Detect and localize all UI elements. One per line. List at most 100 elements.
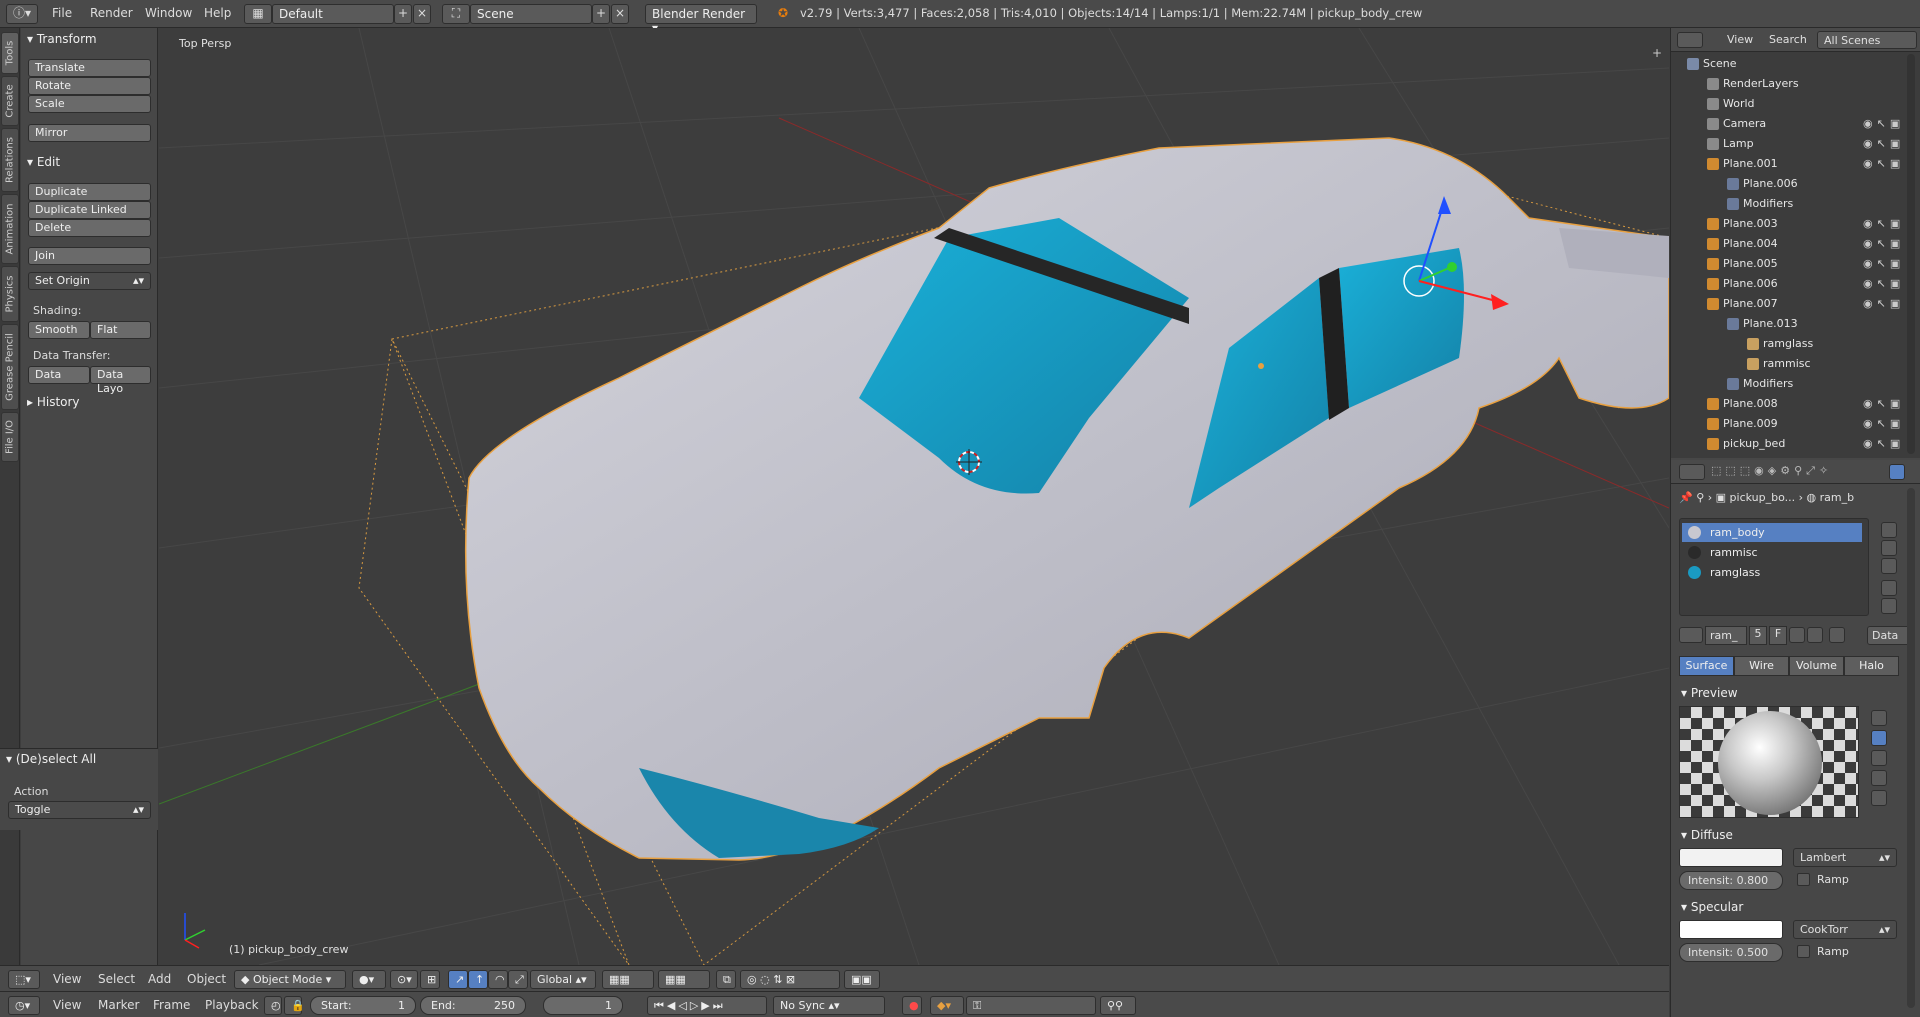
menu-frame[interactable]: Frame bbox=[153, 998, 190, 1012]
menu-add[interactable]: Add bbox=[148, 972, 171, 986]
material-slot-list[interactable]: ram_body rammisc ramglass bbox=[1679, 518, 1869, 616]
menu-timeline-view[interactable]: View bbox=[53, 998, 81, 1012]
snap-icon[interactable]: ⊞ bbox=[420, 970, 440, 989]
add-scene-icon[interactable]: + bbox=[592, 4, 610, 24]
visibility-icons[interactable]: ◉↖▣ bbox=[1863, 257, 1904, 270]
outliner-row[interactable]: Plane.005 ◉↖▣ bbox=[1671, 254, 1920, 274]
outliner-row[interactable]: Plane.009 ◉↖▣ bbox=[1671, 414, 1920, 434]
visibility-icons[interactable]: ◉↖▣ bbox=[1863, 397, 1904, 410]
viewport-canvas[interactable] bbox=[159, 28, 1669, 965]
tab-grease-pencil[interactable]: Grease Pencil bbox=[1, 324, 19, 410]
visibility-icons[interactable]: ◉↖▣ bbox=[1863, 117, 1904, 130]
outliner-menu-search[interactable]: Search bbox=[1769, 33, 1807, 46]
tab-wire[interactable]: Wire bbox=[1734, 656, 1789, 676]
tab-animation[interactable]: Animation bbox=[1, 194, 19, 264]
tab-halo[interactable]: Halo bbox=[1844, 656, 1899, 676]
preview-cube-icon[interactable] bbox=[1871, 750, 1887, 766]
tab-volume[interactable]: Volume bbox=[1789, 656, 1844, 676]
data-layout-button[interactable]: Data Layo bbox=[90, 366, 151, 395]
menu-file[interactable]: File bbox=[52, 6, 72, 20]
node-material-icon[interactable] bbox=[1829, 627, 1845, 643]
material-users-count[interactable]: 5 bbox=[1749, 626, 1767, 645]
editor-type-timeline-button[interactable]: ◷▾ bbox=[8, 996, 40, 1015]
tab-create[interactable]: Create bbox=[1, 76, 19, 126]
outliner-row[interactable]: Scene bbox=[1671, 54, 1920, 74]
material-slot[interactable]: ramglass bbox=[1682, 563, 1862, 582]
shading-select[interactable]: ●▾ bbox=[352, 970, 386, 989]
editor-type-button[interactable]: ⓘ▾ bbox=[6, 4, 38, 24]
layers-grid-1[interactable]: ▦▦ bbox=[602, 970, 654, 989]
move-down-icon[interactable] bbox=[1881, 598, 1897, 614]
specular-shader-select[interactable]: CookTorr ▴▾ bbox=[1793, 920, 1897, 939]
record-icon[interactable]: ● bbox=[902, 996, 922, 1015]
outliner-row[interactable]: rammisc bbox=[1671, 354, 1920, 374]
outliner-row[interactable]: Plane.003 ◉↖▣ bbox=[1671, 214, 1920, 234]
outliner-row[interactable]: pickup_bed ◉↖▣ bbox=[1671, 434, 1920, 454]
editor-type-3d-button[interactable]: ⬚▾ bbox=[8, 970, 40, 989]
preview-sphere-icon[interactable] bbox=[1871, 730, 1887, 746]
mode-select[interactable]: ◆ Object Mode ▾ bbox=[234, 970, 346, 989]
material-slot[interactable]: ram_body bbox=[1682, 523, 1862, 542]
outliner-row[interactable]: Modifiers bbox=[1671, 374, 1920, 394]
scene-field[interactable]: Scene bbox=[470, 4, 592, 24]
start-frame-field[interactable]: Start: 1 bbox=[310, 996, 416, 1015]
keying-icon[interactable]: ◆▾ bbox=[930, 996, 964, 1015]
translate-manip-icon[interactable]: ↑ bbox=[468, 970, 488, 989]
preview-hair-icon[interactable] bbox=[1871, 790, 1887, 806]
outliner-scrollbar[interactable] bbox=[1907, 54, 1915, 454]
menu-select[interactable]: Select bbox=[98, 972, 135, 986]
material-tab-icon[interactable] bbox=[1889, 464, 1905, 480]
scale-manip-icon[interactable]: ⤢ bbox=[508, 970, 528, 989]
rotate-manip-icon[interactable]: ◠ bbox=[488, 970, 508, 989]
operator-panel-header[interactable]: ▾ (De)select All bbox=[6, 752, 96, 766]
orientation-select[interactable]: Global ▴▾ bbox=[530, 970, 596, 989]
outliner-row[interactable]: Modifiers bbox=[1671, 194, 1920, 214]
diffuse-color-swatch[interactable] bbox=[1679, 848, 1783, 867]
remove-layout-icon[interactable]: × bbox=[413, 4, 431, 24]
scene-icon[interactable]: ⛶ bbox=[442, 4, 470, 24]
outliner-menu-view[interactable]: View bbox=[1727, 33, 1753, 46]
tab-relations[interactable]: Relations bbox=[1, 128, 19, 192]
menu-view[interactable]: View bbox=[53, 972, 81, 986]
mirror-button[interactable]: Mirror bbox=[28, 124, 151, 142]
render-icons[interactable]: ▣▣ bbox=[844, 970, 880, 989]
preview-panel-header[interactable]: ▾ Preview bbox=[1681, 686, 1738, 700]
outliner-editor-type[interactable] bbox=[1677, 32, 1703, 48]
flat-button[interactable]: Flat bbox=[90, 321, 151, 339]
visibility-icons[interactable]: ◉↖▣ bbox=[1863, 437, 1904, 450]
tab-physics[interactable]: Physics bbox=[1, 266, 19, 322]
smooth-button[interactable]: Smooth bbox=[28, 321, 90, 339]
insert-keyframe-icons[interactable]: ⚲⚲ bbox=[1100, 996, 1136, 1015]
specular-color-swatch[interactable] bbox=[1679, 920, 1783, 939]
visibility-icons[interactable]: ◉↖▣ bbox=[1863, 157, 1904, 170]
outliner-display-select[interactable]: All Scenes bbox=[1817, 31, 1917, 49]
diffuse-intensity-field[interactable]: Intensit: 0.800 bbox=[1679, 871, 1783, 890]
outliner-row[interactable]: Camera ◉↖▣ bbox=[1671, 114, 1920, 134]
keying-set-field[interactable]: ⚿ bbox=[966, 996, 1096, 1015]
add-layout-icon[interactable]: + bbox=[394, 4, 412, 24]
new-material-icon[interactable] bbox=[1789, 627, 1805, 643]
material-browse-icon[interactable] bbox=[1679, 627, 1703, 643]
menu-help[interactable]: Help bbox=[204, 6, 231, 20]
visibility-icons[interactable]: ◉↖▣ bbox=[1863, 217, 1904, 230]
pickup-truck-model[interactable] bbox=[464, 137, 1669, 861]
add-slot-icon[interactable] bbox=[1881, 522, 1897, 538]
render-engine-select[interactable]: Blender Render ▾ bbox=[645, 4, 757, 35]
material-name-field[interactable]: ram_ bbox=[1705, 626, 1747, 645]
visibility-icons[interactable]: ◉↖▣ bbox=[1863, 137, 1904, 150]
visibility-icons[interactable]: ◉↖▣ bbox=[1863, 417, 1904, 430]
specular-panel-header[interactable]: ▾ Specular bbox=[1681, 900, 1743, 914]
menu-render[interactable]: Render bbox=[90, 6, 133, 20]
outliner-row[interactable]: Plane.007 ◉↖▣ bbox=[1671, 294, 1920, 314]
duplicate-button[interactable]: Duplicate bbox=[28, 183, 151, 201]
preview-monkey-icon[interactable] bbox=[1871, 770, 1887, 786]
properties-scrollbar[interactable] bbox=[1907, 488, 1915, 1008]
outliner-row[interactable]: Plane.013 bbox=[1671, 314, 1920, 334]
manipulator-icon[interactable]: ↗ bbox=[448, 970, 468, 989]
link-select[interactable]: Data bbox=[1867, 626, 1911, 645]
set-origin-select[interactable]: Set Origin ▴▾ bbox=[28, 272, 151, 290]
translate-button[interactable]: Translate bbox=[28, 59, 151, 77]
diffuse-shader-select[interactable]: Lambert ▴▾ bbox=[1793, 848, 1897, 867]
layers-grid-2[interactable]: ▦▦ bbox=[658, 970, 710, 989]
diffuse-ramp-checkbox[interactable] bbox=[1797, 873, 1810, 886]
